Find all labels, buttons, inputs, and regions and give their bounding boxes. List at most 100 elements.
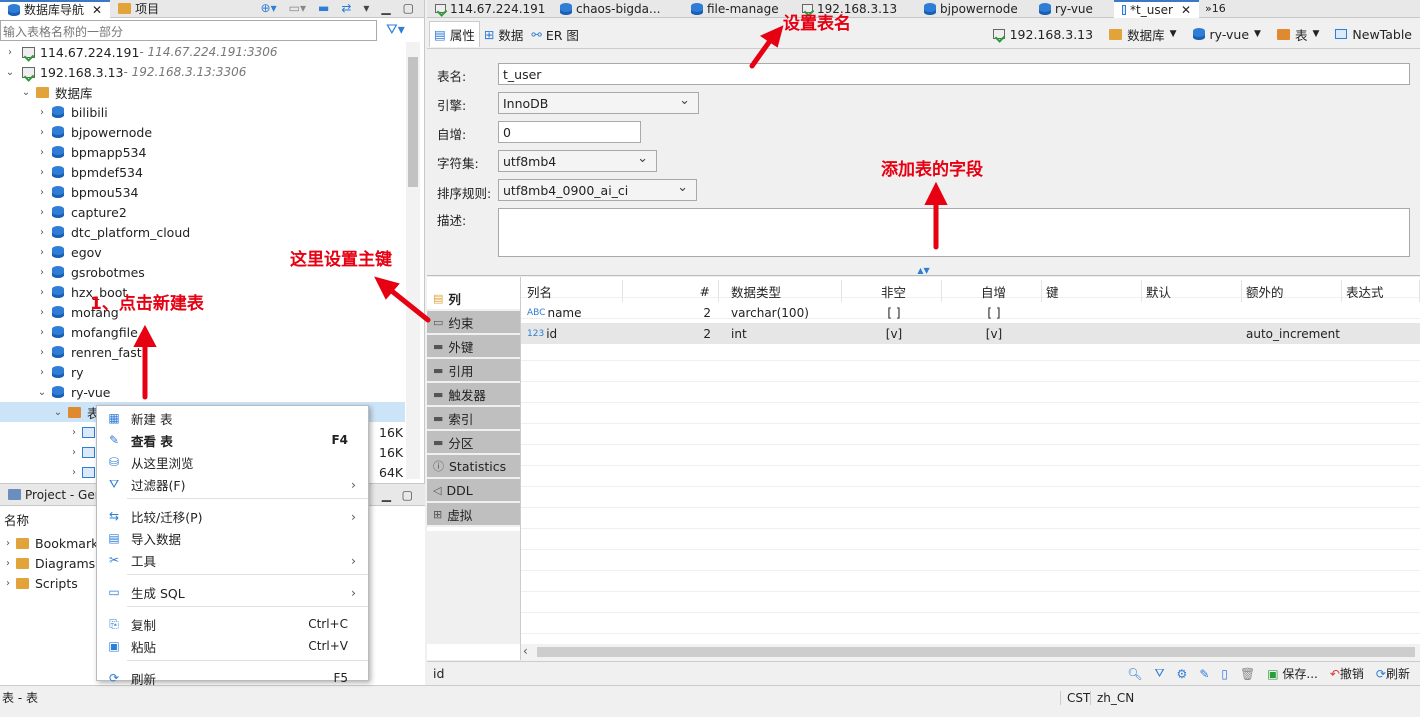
chevron-right-icon[interactable]: › — [2, 538, 14, 549]
sub-tab[interactable]: ⊞ 数据 — [480, 21, 528, 47]
database-row[interactable]: › bjpowernode — [0, 122, 405, 142]
chevron-right-icon[interactable]: › — [36, 207, 48, 218]
grid-cell-name[interactable]: ABC name — [523, 302, 623, 323]
side-tab[interactable]: ▬ 分区 — [427, 431, 520, 453]
side-tab[interactable]: ▬ 索引 — [427, 407, 520, 429]
menu-item[interactable]: ⟳ 刷新 F5 — [97, 667, 368, 689]
chevron-right-icon[interactable]: › — [2, 578, 14, 589]
new-connection-icon[interactable]: ⊕▾ — [261, 1, 277, 15]
grid-cell-extra[interactable] — [1242, 302, 1342, 323]
editor-tab[interactable]: chaos-bigda... — [552, 0, 683, 18]
tab-projects[interactable]: 项目 — [110, 0, 167, 18]
menu-item[interactable]: ▦ 新建 表 — [97, 407, 368, 429]
grid-cell-expr[interactable] — [1342, 302, 1420, 323]
chevron-right-icon[interactable]: › — [68, 427, 80, 438]
close-icon[interactable]: ✕ — [1181, 3, 1191, 17]
chevron-down-icon[interactable]: ⌄ — [20, 87, 32, 98]
chevron-right-icon[interactable]: › — [36, 347, 48, 358]
grid-cell-default[interactable] — [1142, 323, 1242, 344]
minimize-icon[interactable]: ▁ — [381, 1, 390, 15]
chevron-right-icon[interactable]: › — [36, 167, 48, 178]
grid-cell-key[interactable] — [1042, 323, 1142, 344]
chevron-right-icon[interactable]: › — [36, 287, 48, 298]
editor-tab[interactable]: file-manage — [683, 0, 794, 18]
menu-item[interactable]: ✎ 查看 表 F4 — [97, 429, 368, 451]
scroll-left-icon[interactable]: ‹ — [523, 644, 528, 658]
column-header[interactable]: 列名 — [523, 280, 623, 302]
chevron-right-icon[interactable]: › — [36, 187, 48, 198]
menu-item[interactable]: ✂ 工具 › — [97, 549, 368, 571]
column-header[interactable]: # — [623, 280, 719, 302]
grid-cell-num[interactable]: 2 — [623, 323, 719, 344]
link-editor-icon[interactable]: ⇄ — [341, 1, 351, 15]
chevron-right-icon[interactable]: › — [68, 467, 80, 478]
navigator-scrollbar[interactable] — [406, 42, 420, 479]
database-row[interactable]: › capture2 — [0, 202, 405, 222]
menu-item[interactable]: ⇆ 比较/迁移(P) › — [97, 505, 368, 527]
database-row[interactable]: › bpmapp534 — [0, 142, 405, 162]
database-row[interactable]: › bilibili — [0, 102, 405, 122]
connection-row-1[interactable]: › 114.67.224.191 - 114.67.224.191:3306 — [0, 42, 405, 62]
grid-cell-autoinc[interactable]: [ ] — [942, 302, 1042, 323]
maximize-icon[interactable]: ▢ — [403, 1, 414, 15]
grid-cell-default[interactable] — [1142, 302, 1242, 323]
grid-cell-notnull[interactable]: [ ] — [842, 302, 942, 323]
chevron-right-icon[interactable]: › — [36, 307, 48, 318]
table-name-input[interactable]: t_user — [498, 63, 1410, 85]
save-button[interactable]: ▣ 保存... — [1267, 665, 1318, 682]
chevron-down-icon[interactable]: ⌄ — [52, 407, 64, 418]
menu-item[interactable]: ▭ 生成 SQL › — [97, 581, 368, 603]
chevron-right-icon[interactable]: › — [36, 367, 48, 378]
connection-row-2[interactable]: ⌄ 192.168.3.13 - 192.168.3.13:3306 — [0, 62, 405, 82]
side-tab[interactable]: ▤ 列 — [427, 287, 520, 309]
add-column-icon[interactable]: ▯ — [1221, 667, 1228, 681]
collapse-icon[interactable]: ▬ — [318, 1, 329, 15]
grid-cell-extra[interactable]: auto_increment — [1242, 323, 1342, 344]
new-folder-icon[interactable]: ▭▾ — [289, 1, 306, 15]
chevron-down-icon[interactable]: ⌄ — [4, 67, 16, 78]
menu-item[interactable]: ▣ 粘贴 Ctrl+V — [97, 635, 368, 657]
chevron-right-icon[interactable]: › — [2, 558, 14, 569]
database-row[interactable]: › renren_fast — [0, 342, 405, 362]
menu-icon[interactable]: ▾ — [363, 1, 369, 15]
chevron-down-icon[interactable]: ⌄ — [36, 387, 48, 398]
more-tabs-indicator[interactable]: »16 — [1199, 2, 1226, 15]
database-row[interactable]: ⌄ ry-vue — [0, 382, 405, 402]
grid-cell-num[interactable]: 2 — [623, 302, 719, 323]
grid-hscrollbar[interactable]: ‹ — [521, 644, 1420, 660]
autoinc-input[interactable]: 0 — [498, 121, 641, 143]
column-header[interactable]: 额外的 — [1242, 280, 1342, 302]
grid-cell-key[interactable] — [1042, 302, 1142, 323]
filter-icon[interactable]: ⛛▾ — [386, 22, 405, 38]
database-row[interactable]: › dtc_platform_cloud — [0, 222, 405, 242]
menu-item[interactable]: ⛁ 从这里浏览 — [97, 451, 368, 473]
description-textarea[interactable] — [498, 208, 1410, 257]
grid-cell-autoinc[interactable]: [v] — [942, 323, 1042, 344]
filter-icon[interactable]: ⛛ — [1154, 666, 1164, 681]
database-row[interactable]: › ry — [0, 362, 405, 382]
chevron-right-icon[interactable]: › — [36, 247, 48, 258]
side-tab[interactable]: ⊞ 虚拟 — [427, 503, 520, 525]
side-tab[interactable]: ▬ 触发器 — [427, 383, 520, 405]
chevron-right-icon[interactable]: › — [68, 447, 80, 458]
side-tab[interactable]: ◁ DDL — [427, 479, 520, 501]
undo-button[interactable]: ↶撤销 — [1330, 665, 1364, 682]
collation-select[interactable]: utf8mb4_0900_ai_ci — [498, 179, 697, 201]
column-header[interactable]: 自增 — [942, 280, 1042, 302]
search-icon[interactable]: 🔍︎ — [1127, 667, 1142, 681]
charset-select[interactable]: utf8mb4 — [498, 150, 657, 172]
chevron-right-icon[interactable]: › — [36, 107, 48, 118]
editor-tab[interactable]: ry-vue — [1031, 0, 1114, 18]
side-tab[interactable]: ▬ 引用 — [427, 359, 520, 381]
minimize-icon[interactable]: ▁ — [382, 488, 391, 502]
maximize-icon[interactable]: ▢ — [402, 488, 413, 502]
side-tab[interactable]: ▭ 约束 — [427, 311, 520, 333]
chevron-right-icon[interactable]: › — [36, 227, 48, 238]
column-header[interactable]: 默认 — [1142, 280, 1242, 302]
chevron-right-icon[interactable]: › — [36, 327, 48, 338]
breadcrumb-item[interactable]: NewTable — [1335, 27, 1412, 42]
editor-tab[interactable]: bjpowernode — [916, 0, 1031, 18]
chevron-right-icon[interactable]: › — [4, 47, 16, 58]
refresh-button[interactable]: ⟳刷新 — [1376, 665, 1410, 682]
side-tab[interactable]: ▬ 外键 — [427, 335, 520, 357]
